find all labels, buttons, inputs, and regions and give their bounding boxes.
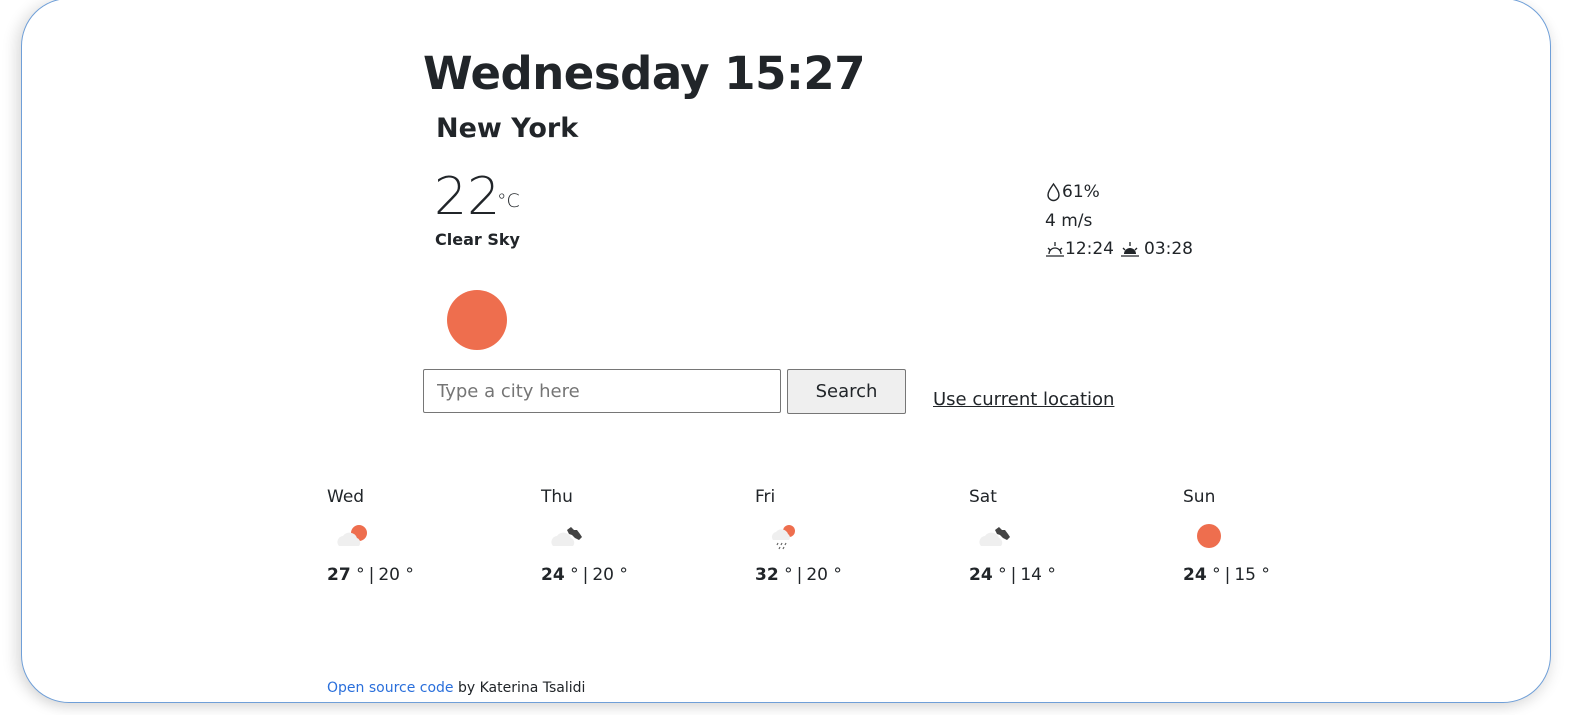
sunset-icon [1121, 242, 1139, 257]
weather-app-card [21, 0, 1551, 703]
rain-sun-icon [771, 525, 795, 550]
partly-cloudy-icon [337, 525, 367, 546]
broken-clouds-icon [979, 527, 1010, 546]
droplet-icon [1047, 183, 1060, 202]
forecast-min: 20 [378, 565, 400, 585]
forecast-min: 14 [1020, 565, 1042, 585]
day-time-title: Wednesday 15:27 [423, 47, 866, 100]
city-search-input[interactable] [423, 369, 781, 413]
forecast-temps: 27 ° | 20 ° [327, 565, 414, 585]
degree-symbol: ° [570, 565, 579, 585]
current-temperature: 22 [434, 167, 501, 227]
sunrise-icon [1046, 242, 1064, 257]
forecast-min: 20 [806, 565, 828, 585]
forecast-max: 24 [969, 565, 993, 585]
open-source-link[interactable]: Open source code [327, 680, 454, 696]
forecast-temps: 32 ° | 20 ° [755, 565, 842, 585]
forecast-day: Wed 27 ° | 20 ° [327, 486, 507, 585]
forecast-day-name: Sat [969, 487, 997, 507]
forecast-min: 20 [592, 565, 614, 585]
forecast-day: Fri 32 ° | 20 ° [755, 486, 935, 585]
forecast-max: 24 [541, 565, 565, 585]
forecast-max: 24 [1183, 565, 1207, 585]
footer-author: by Katerina Tsalidi [453, 680, 586, 696]
forecast-temps: 24 ° | 20 ° [541, 565, 628, 585]
forecast-day-name: Thu [541, 487, 573, 507]
forecast-temps: 24 ° | 15 ° [1183, 565, 1270, 585]
broken-clouds-icon [551, 527, 582, 546]
weather-description: Clear Sky [435, 230, 520, 249]
forecast-day: Sun 24 ° | 15 ° [1183, 486, 1363, 585]
use-current-location-link[interactable]: Use current location [933, 389, 1114, 410]
humidity-row: 61% [1045, 178, 1193, 207]
forecast-day: Sat 24 ° | 14 ° [969, 486, 1149, 585]
forecast-max: 27 [327, 565, 351, 585]
search-button[interactable]: Search [787, 369, 906, 414]
footer: Open source code by Katerina Tsalidi [327, 680, 585, 696]
degree-symbol: ° [405, 565, 414, 585]
sun-times-row: 12:24 03:28 [1045, 235, 1193, 264]
degree-symbol: ° [1047, 565, 1056, 585]
degree-symbol: ° [833, 565, 842, 585]
temperature-unit: °C [497, 190, 520, 212]
degree-symbol: ° [1212, 565, 1221, 585]
degree-symbol: ° [1261, 565, 1270, 585]
degree-symbol: ° [356, 565, 365, 585]
sun-icon [1197, 524, 1221, 548]
city-name: New York [436, 113, 579, 144]
forecast-max: 32 [755, 565, 779, 585]
forecast-temps: 24 ° | 14 ° [969, 565, 1056, 585]
forecast-day: Thu 24 ° | 20 ° [541, 486, 721, 585]
wind-row: 4 m/s [1045, 207, 1193, 236]
wind-value: 4 m/s [1045, 210, 1093, 231]
degree-symbol: ° [619, 565, 628, 585]
degree-symbol: ° [784, 565, 793, 585]
degree-symbol: ° [998, 565, 1007, 585]
sun-icon [447, 290, 507, 350]
forecast-day-name: Wed [327, 487, 365, 507]
weather-details: 61% 4 m/s 12:24 03:28 [1045, 178, 1193, 264]
sunrise-time: 12:24 [1065, 239, 1114, 259]
forecast-day-name: Sun [1183, 487, 1216, 507]
humidity-value: 61% [1062, 182, 1100, 202]
forecast-day-name: Fri [755, 487, 776, 507]
forecast-min: 15 [1234, 565, 1256, 585]
sunset-time: 03:28 [1144, 239, 1193, 259]
